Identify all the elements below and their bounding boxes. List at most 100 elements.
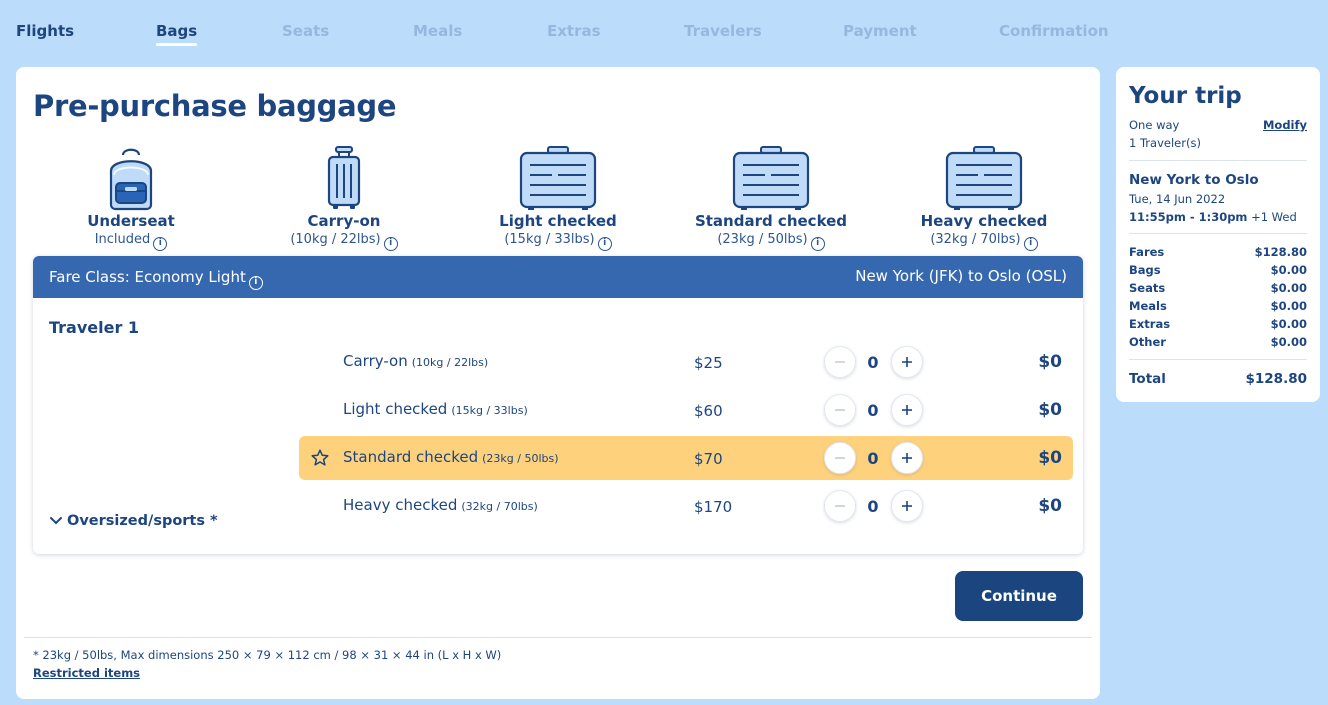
info-icon[interactable]: i [1023,237,1038,251]
tab-flights[interactable]: Flights [16,22,74,40]
booking-steps: Flights Bags Seats Meals Extras Traveler… [0,0,1110,60]
bag-option-name: Standard checked [343,448,479,466]
suitcase-icon [732,146,810,210]
suitcase-icon [519,146,597,210]
divider [1129,233,1307,234]
trip-summary: Your trip One way Modify 1 Traveler(s) N… [1116,67,1320,402]
oversized-sports-toggle[interactable]: Oversized/sports * [49,513,218,529]
cost-row: Fares $128.80 [1129,245,1307,261]
total-value: $128.80 [1245,371,1308,387]
modify-link[interactable]: Modify [1263,118,1307,132]
bag-option-row-recommended: Standard checked (23kg / 50lbs) $70 0 $0 [299,436,1073,480]
bag-option-weight: (15kg / 33lbs) [451,404,528,417]
fare-header: Fare Class: Economy Light i New York (JFK… [33,256,1083,298]
traveler-name: Traveler 1 [49,318,140,337]
decrease-button[interactable] [824,442,856,474]
footnote: * 23kg / 50lbs, Max dimensions 250 × 79 … [33,648,502,662]
increase-button[interactable] [891,490,923,522]
trip-title: Your trip [1129,83,1242,109]
bag-type-detail: Included [94,232,151,247]
bag-type-heavy-checked: Heavy checked (32kg / 70lbs) i [884,145,1084,251]
tab-bags[interactable]: Bags [156,22,198,46]
page-title: Pre-purchase baggage [33,89,397,123]
plus-icon [902,501,912,511]
bag-option-price: $70 [694,450,723,468]
cost-label: Seats [1129,281,1166,295]
decrease-button[interactable] [824,490,856,522]
decrease-button[interactable] [824,394,856,426]
traveler-count: 1 Traveler(s) [1129,136,1201,150]
tab-confirmation[interactable]: Confirmation [999,22,1109,40]
bag-option-total: $0 [1038,448,1062,468]
increase-button[interactable] [891,346,923,378]
tab-travelers[interactable]: Travelers [684,22,762,40]
bag-quantity: 0 [867,353,879,372]
next-day-indicator: +1 Wed [1251,210,1297,224]
trip-type: One way [1129,118,1180,132]
restricted-items-link[interactable]: Restricted items [33,666,140,680]
cost-row: Seats $0.00 [1129,281,1307,297]
bag-type-overview: Underseat Included i Carry-on (10kg / 22l… [32,145,1084,255]
increase-button[interactable] [891,442,923,474]
bag-option-weight: (23kg / 50lbs) [482,452,559,465]
tab-payment[interactable]: Payment [843,22,917,40]
minus-icon [835,505,845,507]
suitcase-icon [945,146,1023,210]
bag-type-carry-on: Carry-on (10kg / 22lbs) i [244,145,444,251]
rolling-suitcase-icon [327,146,361,209]
bag-option-row: Heavy checked (32kg / 70lbs) $170 0 $0 [299,484,1073,528]
fare-panel: Fare Class: Economy Light i New York (JFK… [33,256,1083,554]
bag-type-name: Standard checked [694,212,848,230]
increase-button[interactable] [891,394,923,426]
info-icon[interactable]: i [597,237,612,251]
backpack-icon [109,148,153,211]
bag-type-light-checked: Light checked (15kg / 33lbs) i [458,145,658,251]
bag-type-underseat: Underseat Included i [31,145,231,251]
info-icon[interactable]: i [810,237,825,251]
baggage-card: Pre-purchase baggage Underseat Included i [16,67,1100,699]
tab-extras[interactable]: Extras [547,22,601,40]
cost-value: $128.80 [1254,245,1307,259]
bag-type-detail: (32kg / 70lbs) [930,232,1021,247]
bag-option-name: Carry-on [343,352,408,370]
bag-option-price: $60 [694,402,723,420]
bag-option-price: $25 [694,354,723,372]
bag-type-detail: (10kg / 22lbs) [290,232,381,247]
cost-value: $0.00 [1270,263,1307,277]
cost-label: Meals [1129,299,1167,313]
bag-quantity: 0 [867,497,879,516]
cost-label: Other [1129,335,1166,349]
bag-type-name: Underseat [87,212,175,230]
fare-route: New York (JFK) to Oslo (OSL) [855,267,1067,285]
bag-option-row: Carry-on (10kg / 22lbs) $25 0 $0 [299,340,1073,384]
cost-row: Meals $0.00 [1129,299,1307,315]
divider [1129,160,1307,161]
star-icon [311,449,329,466]
bag-option-row: Light checked (15kg / 33lbs) $60 0 $0 [299,388,1073,432]
bag-option-price: $170 [694,498,733,516]
cost-value: $0.00 [1270,317,1307,331]
cost-label: Fares [1129,245,1165,259]
bag-option-weight: (32kg / 70lbs) [461,500,538,513]
oversized-sports-label: Oversized/sports * [67,513,218,529]
total-label: Total [1129,371,1166,387]
bag-option-total: $0 [1038,352,1062,372]
cost-row: Other $0.00 [1129,335,1307,351]
info-icon[interactable]: i [248,276,263,290]
chevron-down-icon [50,517,62,525]
minus-icon [835,361,845,363]
fare-class-label: Fare Class: Economy Light [49,268,246,286]
cost-value: $0.00 [1270,299,1307,313]
decrease-button[interactable] [824,346,856,378]
plus-icon [902,405,912,415]
bag-quantity: 0 [867,449,879,468]
trip-date: Tue, 14 Jun 2022 [1129,192,1226,206]
info-icon[interactable]: i [153,237,168,251]
bag-quantity: 0 [867,401,879,420]
info-icon[interactable]: i [383,237,398,251]
continue-button[interactable]: Continue [955,571,1083,621]
tab-seats[interactable]: Seats [282,22,329,40]
bag-type-name: Carry-on [307,212,381,230]
tab-meals[interactable]: Meals [413,22,462,40]
flight-times: 11:55pm - 1:30pm [1129,210,1248,224]
